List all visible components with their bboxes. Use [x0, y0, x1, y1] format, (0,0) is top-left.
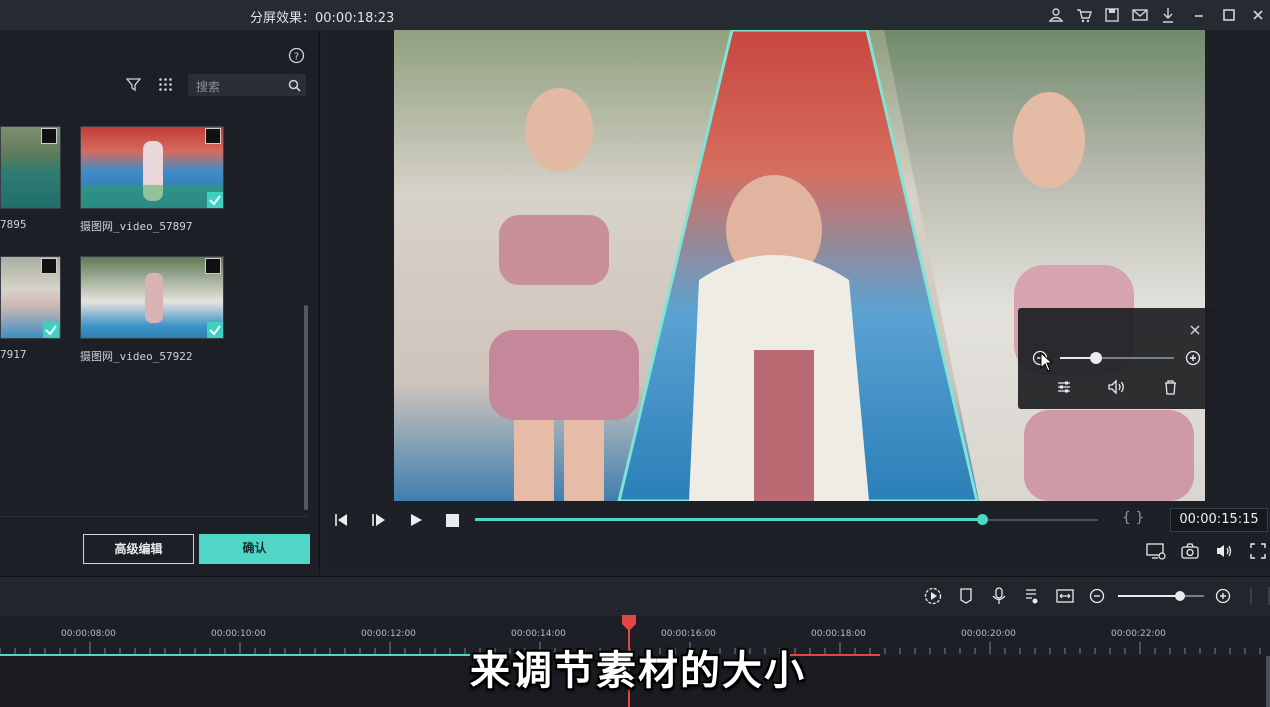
- mouse-cursor-icon: [1040, 352, 1054, 372]
- fullscreen-icon[interactable]: [1250, 543, 1266, 559]
- playback-progress-fill: [475, 518, 983, 521]
- clip-name: 7895: [0, 218, 27, 231]
- film-icon: [41, 258, 57, 274]
- timeline-zoom-out-icon[interactable]: [1089, 588, 1105, 604]
- timeline-zoom-fill: [1118, 595, 1180, 597]
- close-icon[interactable]: [1249, 6, 1267, 24]
- panel-toggle[interactable]: [1250, 587, 1270, 605]
- zoom-in-icon[interactable]: [1185, 350, 1201, 366]
- minimize-icon[interactable]: [1190, 6, 1208, 24]
- window-title: 分屏效果：00:00:18:23: [250, 11, 395, 26]
- film-icon: [205, 128, 221, 144]
- ruler-label: 00:00:10:00: [211, 629, 266, 639]
- ruler-label: 00:00:08:00: [61, 629, 116, 639]
- render-bar: [0, 654, 470, 656]
- microphone-icon[interactable]: [991, 587, 1007, 605]
- volume-icon[interactable]: [1107, 379, 1127, 395]
- selected-check-icon[interactable]: [207, 192, 223, 208]
- popup-close-icon[interactable]: [1189, 324, 1201, 336]
- play-icon[interactable]: [409, 513, 423, 527]
- save-icon[interactable]: [1103, 6, 1121, 24]
- fit-timeline-icon[interactable]: [1056, 587, 1074, 605]
- stop-icon[interactable]: [446, 514, 459, 527]
- video-subtitle: 来调节素材的大小: [470, 648, 806, 694]
- search-placeholder: 搜索: [196, 80, 221, 94]
- maximize-icon[interactable]: [1220, 6, 1238, 24]
- delete-icon[interactable]: [1163, 379, 1178, 395]
- cart-icon[interactable]: [1075, 6, 1093, 24]
- divider: [0, 516, 308, 517]
- ruler-label: 00:00:20:00: [961, 629, 1016, 639]
- snapshot-icon[interactable]: [1181, 543, 1199, 559]
- svg-text:?: ?: [294, 52, 299, 63]
- speaker-icon[interactable]: [1215, 543, 1233, 559]
- grid-view-icon[interactable]: [158, 77, 173, 92]
- clip-name: 7917: [0, 348, 27, 361]
- clip-name: 摄图网_video_57922: [80, 350, 193, 363]
- advanced-edit-button[interactable]: 高级编辑: [83, 534, 194, 564]
- render-preview-icon[interactable]: [924, 587, 942, 605]
- prev-frame-icon[interactable]: [333, 513, 349, 527]
- marker-icon[interactable]: [958, 587, 974, 605]
- film-icon: [205, 258, 221, 274]
- help-icon[interactable]: ?: [288, 47, 305, 64]
- ruler-label: 00:00:18:00: [811, 629, 866, 639]
- playback-timecode: 00:00:15:15: [1170, 508, 1268, 532]
- search-icon[interactable]: [288, 79, 301, 92]
- download-icon[interactable]: [1159, 6, 1177, 24]
- selected-check-icon[interactable]: [207, 322, 223, 338]
- media-scrollbar[interactable]: [304, 305, 308, 510]
- display-settings-icon[interactable]: [1146, 542, 1166, 560]
- timeline-scrollbar[interactable]: [1266, 656, 1270, 707]
- user-icon[interactable]: [1047, 6, 1065, 24]
- selected-check-icon[interactable]: [43, 322, 59, 338]
- timeline-zoom-knob[interactable]: [1174, 591, 1185, 601]
- playback-progress-knob[interactable]: [976, 514, 988, 525]
- play-next-icon[interactable]: [371, 513, 387, 527]
- media-thumbnail[interactable]: [80, 126, 224, 209]
- audio-mixer-icon[interactable]: [1024, 587, 1040, 605]
- mark-in-out-brackets[interactable]: { }: [1122, 510, 1144, 526]
- ruler-label: 00:00:12:00: [361, 629, 416, 639]
- clip-name: 摄图网_video_57897: [80, 220, 193, 233]
- video-preview[interactable]: [394, 30, 1205, 501]
- timeline-zoom-in-icon[interactable]: [1215, 588, 1231, 604]
- timeline-toolbar: [0, 576, 1270, 616]
- ruler-label: 00:00:22:00: [1111, 629, 1166, 639]
- media-thumbnail[interactable]: [80, 256, 224, 339]
- filter-icon[interactable]: [126, 77, 141, 92]
- mail-icon[interactable]: [1131, 6, 1149, 24]
- film-icon: [41, 128, 57, 144]
- confirm-button[interactable]: 确认: [199, 534, 310, 564]
- adjust-icon[interactable]: [1056, 379, 1072, 395]
